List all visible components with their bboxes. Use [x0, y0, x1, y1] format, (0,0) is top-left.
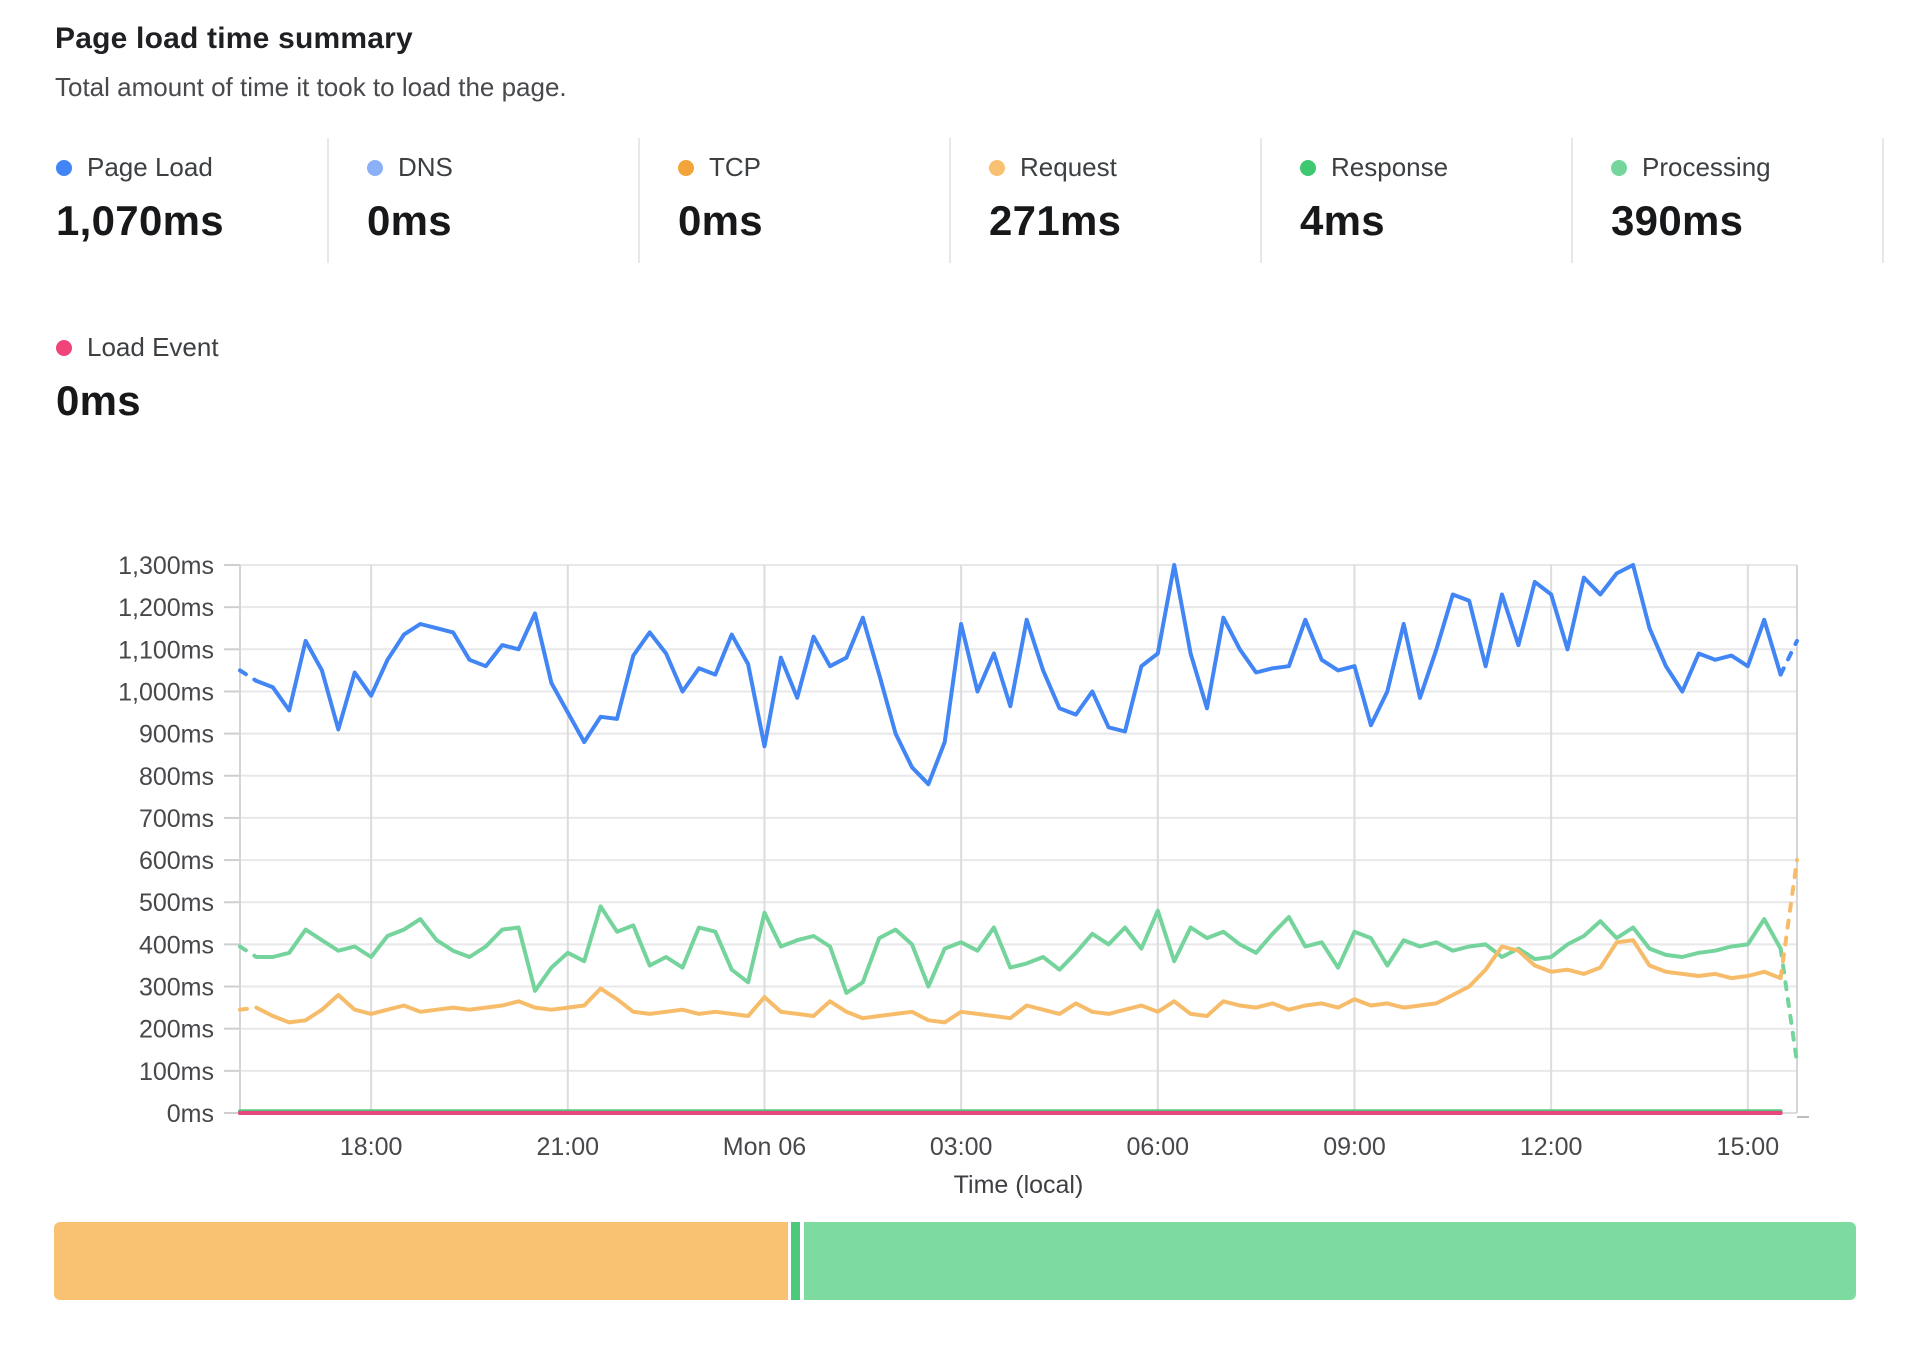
processing-legend-dot-icon [1611, 160, 1627, 176]
svg-text:100ms: 100ms [139, 1058, 214, 1086]
stat-value: 390ms [1611, 197, 1882, 245]
svg-text:15:00: 15:00 [1717, 1133, 1780, 1161]
stat-label: Request [1020, 152, 1117, 183]
page-load-time-chart[interactable]: 0ms 100ms 200ms 300ms 400ms 500ms 600ms 700ms 80… [54, 540, 1856, 1212]
request-legend-dot-icon [989, 160, 1005, 176]
status-bar-segment[interactable] [791, 1222, 800, 1300]
svg-text:1,000ms: 1,000ms [118, 678, 214, 706]
svg-text:300ms: 300ms [139, 974, 214, 1002]
metric-summary-row: Page Load 1,070ms DNS 0ms TCP 0ms Reques… [18, 138, 1884, 263]
stat-label: Processing [1642, 152, 1771, 183]
tcp-legend-dot-icon [678, 160, 694, 176]
stat-label: TCP [709, 152, 761, 183]
response-legend-dot-icon [1300, 160, 1316, 176]
svg-text:18:00: 18:00 [340, 1133, 403, 1161]
stat-label: Page Load [87, 152, 213, 183]
stat-page-load: Page Load 1,070ms [18, 138, 329, 263]
svg-text:Mon 06: Mon 06 [723, 1133, 806, 1161]
timeseries-chart-svg: 0ms 100ms 200ms 300ms 400ms 500ms 600ms 700ms 80… [54, 540, 1856, 1212]
metric-summary-row-2: Load Event 0ms [18, 318, 329, 443]
status-bar-segment[interactable] [54, 1222, 788, 1300]
svg-text:700ms: 700ms [139, 805, 214, 833]
stat-value: 0ms [367, 197, 638, 245]
stat-request: Request 271ms [951, 138, 1262, 263]
svg-text:600ms: 600ms [139, 847, 214, 875]
stat-response: Response 4ms [1262, 138, 1573, 263]
svg-text:Time (local): Time (local) [954, 1171, 1084, 1199]
svg-text:03:00: 03:00 [930, 1133, 993, 1161]
page-load-legend-dot-icon [56, 160, 72, 176]
stat-value: 271ms [989, 197, 1260, 245]
svg-text:800ms: 800ms [139, 763, 214, 791]
svg-text:0ms: 0ms [167, 1100, 214, 1128]
stat-tcp: TCP 0ms [640, 138, 951, 263]
stat-dns: DNS 0ms [329, 138, 640, 263]
stat-processing: Processing 390ms [1573, 138, 1884, 263]
svg-text:06:00: 06:00 [1127, 1133, 1190, 1161]
page-title: Page load time summary [55, 22, 413, 56]
stat-label: Load Event [87, 332, 219, 363]
stat-value: 4ms [1300, 197, 1571, 245]
stat-label: DNS [398, 152, 453, 183]
stat-value: 0ms [56, 377, 329, 425]
svg-text:400ms: 400ms [139, 931, 214, 959]
svg-text:900ms: 900ms [139, 721, 214, 749]
dns-legend-dot-icon [367, 160, 383, 176]
stat-value: 1,070ms [56, 197, 327, 245]
load-event-legend-dot-icon [56, 340, 72, 356]
page-subtitle: Total amount of time it took to load the… [55, 72, 567, 103]
stat-load-event: Load Event 0ms [18, 318, 329, 443]
svg-text:1,200ms: 1,200ms [118, 594, 214, 622]
svg-text:09:00: 09:00 [1323, 1133, 1386, 1161]
svg-text:1,100ms: 1,100ms [118, 636, 214, 664]
svg-text:12:00: 12:00 [1520, 1133, 1583, 1161]
status-bar-segment[interactable] [804, 1222, 1856, 1300]
svg-text:200ms: 200ms [139, 1016, 214, 1044]
stat-label: Response [1331, 152, 1448, 183]
uptime-status-bar[interactable] [54, 1222, 1856, 1300]
svg-text:21:00: 21:00 [537, 1133, 600, 1161]
page-load-time-panel: Page load time summary Total amount of t… [0, 0, 1910, 1352]
svg-text:1,300ms: 1,300ms [118, 552, 214, 580]
svg-text:500ms: 500ms [139, 889, 214, 917]
stat-value: 0ms [678, 197, 949, 245]
